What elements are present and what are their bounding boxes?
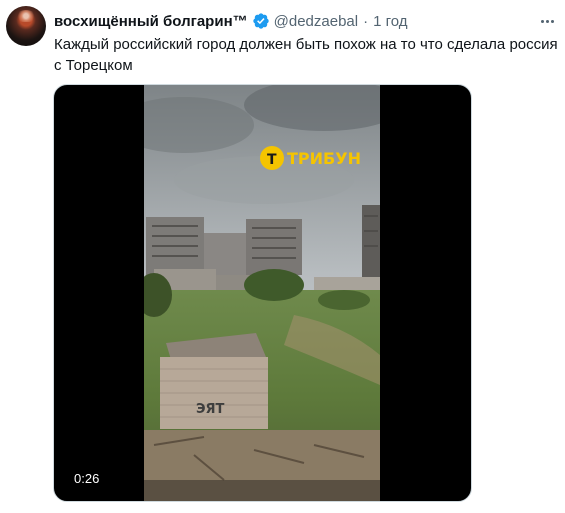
- tweet-header: восхищённый болгарин™ @dedzaebal · 1 год: [54, 11, 408, 31]
- separator-dot: ·: [363, 12, 369, 30]
- video-thumbnail: ЭЯТ Т ТРИБУН: [144, 85, 380, 501]
- watermark-text: ТРИБУН: [287, 149, 361, 168]
- author-name[interactable]: восхищённый болгарин™: [54, 13, 248, 30]
- author-handle[interactable]: @dedzaebal: [274, 13, 358, 30]
- more-options-icon[interactable]: [537, 12, 557, 30]
- avatar[interactable]: [6, 6, 46, 46]
- video-player[interactable]: ЭЯТ Т ТРИБУН 0:26: [53, 84, 472, 502]
- watermark-letter: Т: [267, 152, 277, 168]
- video-duration-badge: 0:26: [68, 469, 106, 489]
- graffiti-text: ЭЯТ: [196, 402, 225, 417]
- tweet-text: Каждый российский город должен быть похо…: [54, 36, 558, 74]
- tweet-time[interactable]: 1 год: [373, 13, 407, 30]
- verified-badge-icon: [252, 12, 270, 30]
- video-frame[interactable]: ЭЯТ Т ТРИБУН: [144, 85, 380, 501]
